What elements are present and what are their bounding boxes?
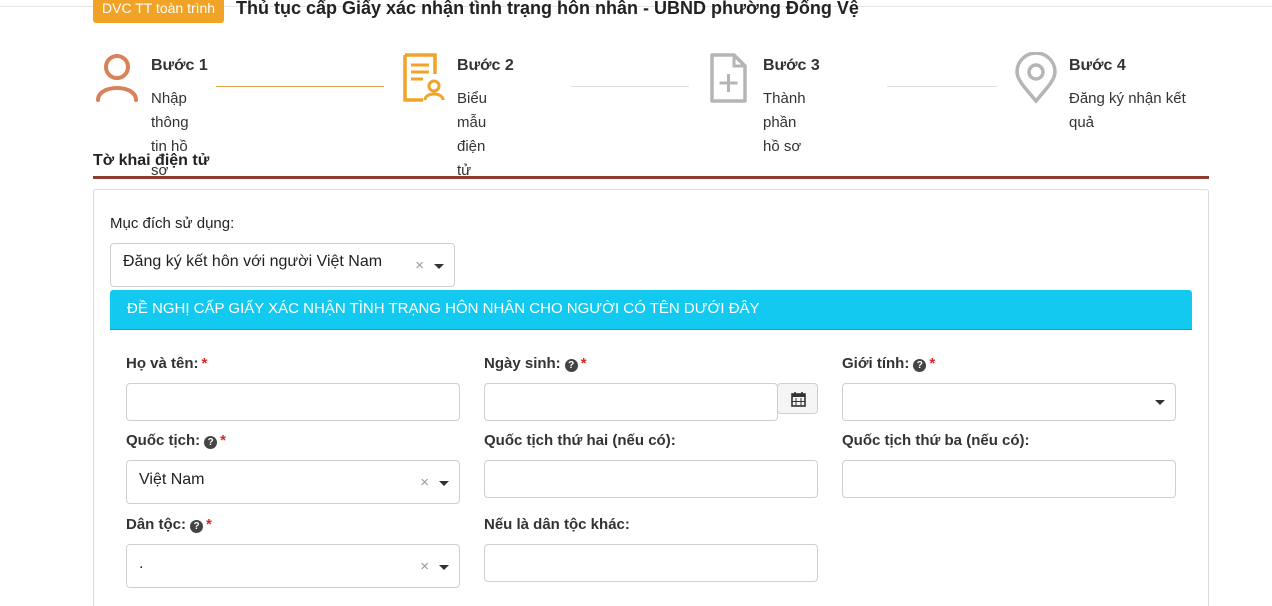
ethnicity-value: . [139,555,144,572]
step-connector [571,86,689,87]
ethnicity-label-text: Dân tộc: [126,516,186,533]
chevron-down-icon [1155,400,1165,405]
location-pin-icon [1015,52,1057,104]
other-ethnicity-label-text: Nếu là dân tộc khác: [484,516,630,533]
fullname-label-text: Họ và tên: [126,355,199,372]
required-mark: * [206,516,212,533]
step-connector [887,86,997,87]
chevron-down-icon [434,264,444,269]
purpose-select[interactable]: Đăng ký kết hôn với người Việt Nam × [110,243,455,287]
chevron-down-icon [439,481,449,486]
required-mark: * [929,355,936,372]
clear-icon[interactable]: × [415,257,424,274]
required-mark: * [201,355,208,372]
form-user-icon [403,53,445,102]
clear-icon[interactable]: × [420,474,429,491]
fullname-label: Họ và tên: * [126,355,207,372]
ethnicity-select[interactable]: . × [126,544,460,588]
procedure-type-badge: DVC TT toàn trình [93,0,225,23]
request-banner: ĐỀ NGHỊ CẤP GIẤY XÁC NHẬN TÌNH TRẠNG HÔN… [110,290,1192,330]
calendar-icon [791,392,806,407]
step-title: Bước 3 [763,57,820,74]
nationality3-input[interactable] [842,460,1176,498]
chevron-down-icon [439,565,449,570]
gender-select[interactable] [842,383,1176,421]
fullname-input[interactable] [126,383,460,421]
nationality3-label-text: Quốc tịch thứ ba (nếu có): [842,432,1030,449]
nationality-select[interactable]: Việt Nam × [126,460,460,504]
file-add-icon [710,53,747,103]
ethnicity-label: Dân tộc:? * [126,516,212,533]
step-description: Biểu mẫu điện tử [457,90,488,179]
step-connector [216,86,384,87]
dob-label: Ngày sinh:? * [484,355,587,372]
required-mark: * [220,432,227,449]
step-title: Bước 2 [457,57,514,74]
gender-label-text: Giới tính: [842,355,910,372]
user-icon [96,54,138,102]
nationality2-label-text: Quốc tịch thứ hai (nếu có): [484,432,676,449]
step-description: Thành phần hồ sơ [763,90,806,155]
nationality-value: Việt Nam [139,471,205,488]
other-ethnicity-label: Nếu là dân tộc khác: [484,516,630,533]
gender-label: Giới tính:? * [842,355,935,372]
step-title: Bước 1 [151,57,208,74]
nationality-label-text: Quốc tịch: [126,432,201,449]
procedure-title: Thủ tục cấp Giấy xác nhận tình trạng hôn… [236,0,859,18]
help-icon[interactable]: ? [190,520,203,533]
purpose-label-text: Mục đích sử dụng: [110,215,235,232]
purpose-value: Đăng ký kết hôn với người Việt Nam [123,253,383,270]
nationality3-label: Quốc tịch thứ ba (nếu có): [842,432,1030,449]
step-title: Bước 4 [1069,57,1126,74]
other-ethnicity-input[interactable] [484,544,818,582]
dob-input[interactable] [484,383,778,421]
nationality2-label: Quốc tịch thứ hai (nếu có): [484,432,676,449]
dob-label-text: Ngày sinh: [484,355,561,372]
clear-icon[interactable]: × [420,558,429,575]
help-icon[interactable]: ? [204,436,218,449]
help-icon[interactable]: ? [913,359,927,372]
section-title: Tờ khai điện tử [93,152,210,169]
calendar-button[interactable] [777,383,818,414]
nationality2-input[interactable] [484,460,818,498]
step-description: Đăng ký nhận kết quả [1069,90,1186,131]
help-icon[interactable]: ? [564,359,578,372]
section-underline [93,176,1209,179]
required-mark: * [580,355,587,372]
purpose-label: Mục đích sử dụng: [110,215,234,232]
nationality-label: Quốc tịch:? * [126,432,226,449]
